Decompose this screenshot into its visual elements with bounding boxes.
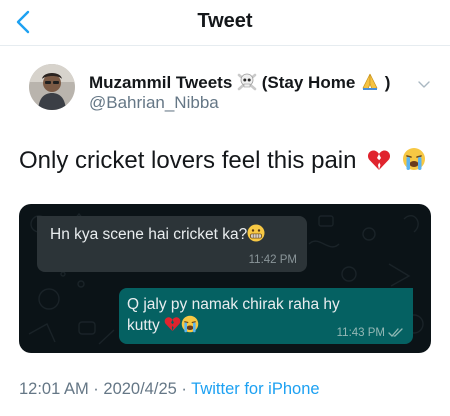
incoming-message-body: Hn kya scene hai cricket ka? (50, 226, 248, 243)
broken-heart-emoji-icon (164, 317, 181, 334)
folded-hands-emoji-icon (360, 72, 380, 96)
loudly-crying-face-emoji-icon (402, 147, 426, 178)
tweet-text-body: Only cricket lovers feel this pain (19, 147, 357, 174)
skull-crossbones-emoji-icon (237, 72, 257, 96)
broken-heart-emoji-icon (367, 149, 391, 178)
chevron-down-icon[interactable] (416, 76, 432, 92)
tweet-text: Only cricket lovers feel this pain (19, 147, 426, 178)
meta-separator: · (88, 380, 104, 398)
grimacing-face-emoji-icon (247, 224, 265, 243)
tweet-date: 2020/4/25 (103, 380, 177, 398)
outgoing-message-body: Q jaly py namak chirak raha hy kutty (127, 296, 340, 334)
page-title: Tweet (197, 10, 253, 32)
incoming-message-text: Hn kya scene hai cricket ka? (50, 224, 265, 244)
incoming-message-time: 11:42 PM (248, 254, 297, 266)
author-name-suffix: ) (384, 73, 391, 92)
tweet-meta: 12:01 AM · 2020/4/25 · Twitter for iPhon… (19, 380, 320, 399)
author-name-mid: (Stay Home (261, 73, 356, 92)
outgoing-message-time: 11:43 PM (336, 327, 385, 339)
nav-bar: Tweet (0, 0, 450, 46)
tweet-header: Muzammil Tweets (Stay Home ) @Bahrian_Ni… (0, 58, 450, 124)
chat-screenshot-image[interactable]: Hn kya scene hai cricket ka? 11:42 PM Q … (19, 204, 431, 353)
outgoing-message-bubble: Q jaly py namak chirak raha hy kutty 11:… (119, 288, 413, 344)
loudly-crying-face-emoji-icon (181, 315, 199, 334)
double-check-icon (388, 328, 403, 337)
author-handle[interactable]: @Bahrian_Nibba (89, 93, 219, 113)
tweet-source-link[interactable]: Twitter for iPhone (191, 380, 319, 398)
outgoing-message-text: Q jaly py namak chirak raha hy kutty (127, 295, 367, 336)
avatar[interactable] (29, 64, 75, 110)
author-name-prefix: Muzammil Tweets (89, 73, 233, 92)
meta-separator: · (176, 380, 192, 398)
tweet-time: 12:01 AM (19, 380, 89, 398)
incoming-message-bubble: Hn kya scene hai cricket ka? 11:42 PM (37, 216, 307, 272)
